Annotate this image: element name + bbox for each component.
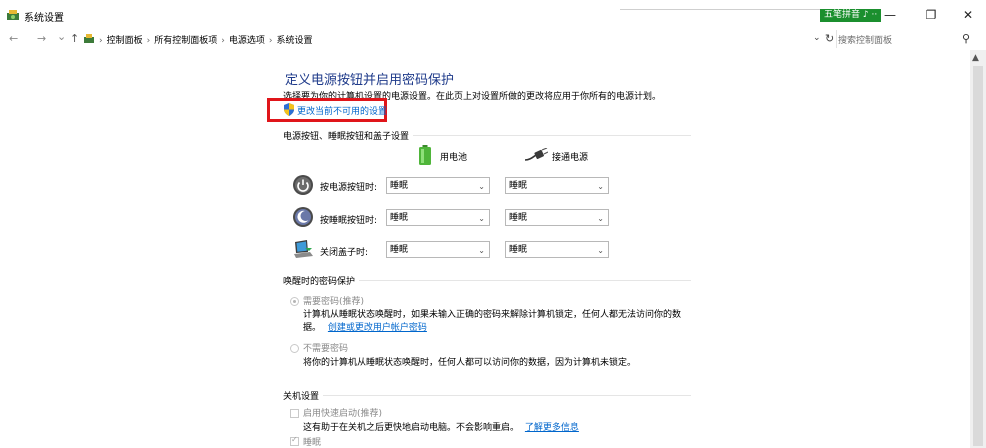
chevron-down-icon: ⌄ — [478, 214, 485, 223]
breadcrumb-all-items[interactable]: 所有控制面板项 — [154, 36, 217, 46]
close-lid-label: 关闭盖子时: — [320, 248, 369, 258]
recent-locations-button[interactable]: ⌄ — [57, 30, 66, 43]
password-section-title: 唤醒时的密码保护 — [283, 274, 360, 287]
require-password-radio[interactable] — [290, 297, 299, 306]
search-icon[interactable]: ⚲ — [962, 32, 970, 45]
refresh-icon[interactable]: ↻ — [825, 32, 834, 45]
change-settings-link[interactable]: 更改当前不可用的设置 — [297, 104, 387, 117]
address-dropdown-icon[interactable]: ⌄ — [813, 33, 821, 43]
close-button[interactable]: ✕ — [958, 6, 978, 24]
scroll-up-icon[interactable]: ▲ — [972, 53, 979, 63]
no-password-description: 将你的计算机从睡眠状态唤醒时，任何人都可以访问你的数据，因为计算机未锁定。 — [303, 358, 637, 368]
breadcrumb: › 控制面板 › 所有控制面板项 › 电源选项 › 系统设置 — [99, 33, 313, 46]
close-lid-plugged-select[interactable]: 睡眠 ⌄ — [505, 241, 609, 258]
shutdown-section-title: 关机设置 — [283, 389, 324, 402]
back-button[interactable]: ← — [9, 32, 18, 45]
sleep-button-label: 按睡眠按钮时: — [320, 216, 378, 226]
breadcrumb-system-settings[interactable]: 系统设置 — [276, 36, 312, 46]
power-section-title: 电源按钮、睡眠按钮和盖子设置 — [283, 129, 414, 142]
sleep-button-plugged-select[interactable]: 睡眠 ⌄ — [505, 209, 609, 226]
fast-startup-description: 这有助于在关机之后更快地启动电脑。不会影响重启。 — [303, 423, 520, 433]
forward-button[interactable]: → — [37, 32, 46, 45]
battery-icon — [419, 145, 431, 165]
require-password-label: 需要密码(推荐) — [303, 297, 365, 307]
create-password-link[interactable]: 创建或更改用户帐户密码 — [328, 323, 427, 333]
chevron-down-icon: ⌄ — [597, 182, 604, 191]
sleep-button-icon — [293, 207, 313, 227]
require-password-description-line2: 据。 创建或更改用户帐户密码 — [303, 320, 427, 333]
select-value: 睡眠 — [390, 181, 409, 191]
select-value: 睡眠 — [390, 245, 409, 255]
window-title: 系统设置 — [24, 13, 64, 24]
column-battery: 用电池 — [440, 153, 468, 163]
page-title: 定义电源按钮并启用密码保护 — [285, 73, 455, 88]
power-button-icon — [293, 175, 313, 195]
breadcrumb-separator: › — [146, 36, 151, 46]
uac-shield-icon — [284, 103, 294, 116]
power-button-plugged-select[interactable]: 睡眠 ⌄ — [505, 177, 609, 194]
more-info-link[interactable]: 了解更多信息 — [525, 423, 579, 433]
chevron-down-icon: ⌄ — [478, 182, 485, 191]
control-panel-icon — [84, 34, 94, 43]
fast-startup-label: 启用快速启动(推荐) — [303, 409, 383, 419]
column-plugged-in: 接通电源 — [552, 153, 589, 163]
select-value: 睡眠 — [390, 213, 409, 223]
require-password-description: 计算机从睡眠状态唤醒时，如果未输入正确的密码来解除计算机锁定，任何人都无法访问你… — [303, 310, 682, 320]
up-button[interactable]: ↑ — [70, 32, 79, 45]
sleep-label: 睡眠 — [303, 438, 322, 448]
sleep-checkbox[interactable] — [290, 435, 299, 446]
power-button-label: 按电源按钮时: — [320, 183, 378, 193]
breadcrumb-separator: › — [99, 36, 103, 46]
ime-indicator[interactable]: 五笔拼音 ♪ ⋅⋅ — [820, 9, 882, 22]
breadcrumb-separator: › — [268, 36, 273, 46]
breadcrumb-power-options[interactable]: 电源选项 — [229, 36, 265, 46]
control-panel-icon — [7, 10, 19, 20]
require-password-description-end: 据。 — [303, 323, 322, 333]
no-password-radio[interactable] — [290, 344, 299, 353]
search-placeholder: 搜索控制面板 — [838, 36, 893, 46]
breadcrumb-separator: › — [221, 36, 225, 46]
select-value: 睡眠 — [509, 213, 528, 223]
laptop-lid-icon — [294, 240, 313, 258]
scrollbar-thumb[interactable] — [973, 66, 983, 446]
fast-startup-checkbox[interactable] — [290, 409, 299, 418]
power-plug-icon — [524, 148, 548, 161]
restore-button[interactable]: ❐ — [921, 6, 941, 24]
select-value: 睡眠 — [509, 181, 528, 191]
select-value: 睡眠 — [509, 245, 528, 255]
fast-startup-description-line: 这有助于在关机之后更快地启动电脑。不会影响重启。 了解更多信息 — [303, 420, 579, 433]
section-divider — [283, 395, 691, 396]
power-button-battery-select[interactable]: 睡眠 ⌄ — [386, 177, 490, 194]
minimize-button[interactable]: — — [880, 6, 900, 24]
breadcrumb-control-panel[interactable]: 控制面板 — [107, 36, 143, 46]
chevron-down-icon: ⌄ — [478, 246, 485, 255]
no-password-label: 不需要密码 — [303, 344, 349, 354]
close-lid-battery-select[interactable]: 睡眠 ⌄ — [386, 241, 490, 258]
chevron-down-icon: ⌄ — [597, 246, 604, 255]
sleep-button-battery-select[interactable]: 睡眠 ⌄ — [386, 209, 490, 226]
chevron-down-icon: ⌄ — [597, 214, 604, 223]
